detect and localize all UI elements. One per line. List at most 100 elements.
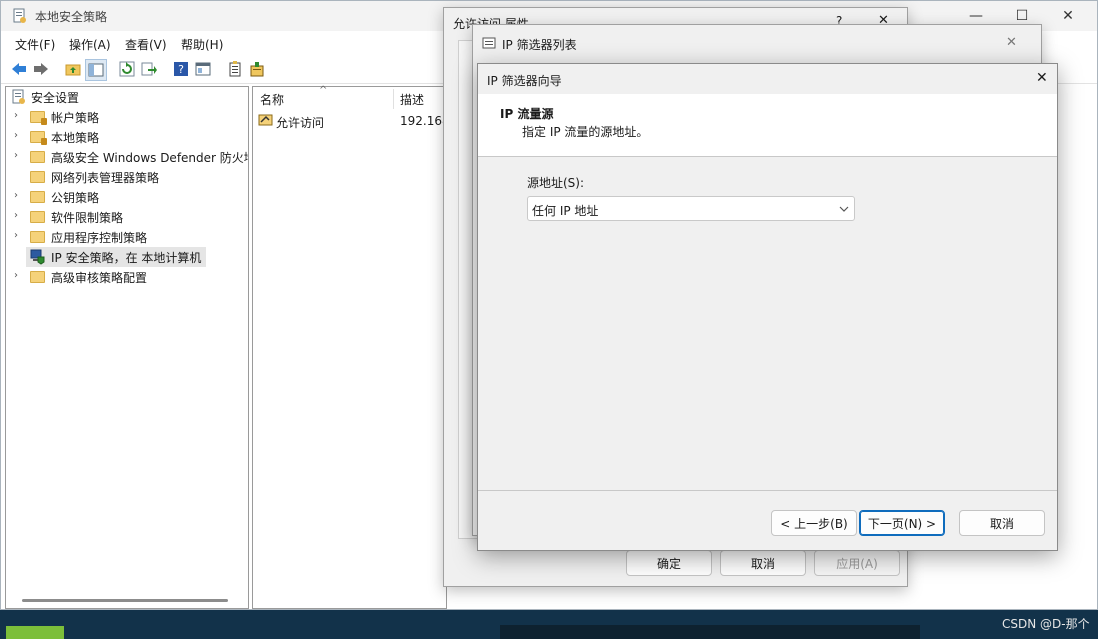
column-header-name[interactable]: 名称 <box>260 91 284 108</box>
back-button[interactable]: < 上一步(B) <box>771 510 857 536</box>
console-tree[interactable]: 安全设置 › 帐户策略 › 本地策略 › 高级安全 Windows Defend… <box>5 86 249 609</box>
security-settings-icon <box>12 89 25 104</box>
column-header-description[interactable]: 描述 <box>400 91 424 108</box>
arrow-left-icon <box>12 63 26 75</box>
folder-icon <box>30 271 45 283</box>
divider <box>478 490 1057 491</box>
wizard-heading: IP 流量源 <box>500 107 554 121</box>
chevron-right-icon[interactable]: › <box>14 150 18 161</box>
tree-item-security-settings[interactable]: 安全设置 <box>6 87 248 107</box>
forward-button[interactable] <box>31 59 51 79</box>
help-icon: ? <box>174 62 188 76</box>
wizard-subheading: 指定 IP 流量的源地址。 <box>522 125 649 139</box>
window-title: 本地安全策略 <box>35 10 108 24</box>
tree-item-app-control[interactable]: › 应用程序控制策略 <box>6 227 248 247</box>
apply-button[interactable]: 应用(A) <box>814 550 900 576</box>
chevron-down-icon <box>839 206 849 212</box>
assign-policy-button[interactable] <box>247 59 267 79</box>
tree-label: 安全设置 <box>31 91 80 105</box>
folder-lock-icon <box>30 131 47 145</box>
list-item[interactable]: 允许访问 192.168 <box>253 111 450 131</box>
chevron-right-icon[interactable]: › <box>14 270 18 281</box>
tree-item-local-policies[interactable]: › 本地策略 <box>6 127 248 147</box>
filter-list-icon <box>482 37 496 49</box>
console-tree-icon <box>88 63 104 77</box>
folder-icon <box>30 231 45 243</box>
wizard-title: IP 筛选器向导 <box>487 74 562 88</box>
help-button[interactable]: ? <box>171 59 191 79</box>
refresh-button[interactable] <box>117 59 137 79</box>
menu-file[interactable]: 文件(F) <box>15 36 55 53</box>
close-button[interactable]: ✕ <box>1045 1 1091 31</box>
tree-label: 高级安全 Windows Defender 防火墙 <box>51 151 248 165</box>
menu-action[interactable]: 操作(A) <box>69 36 111 53</box>
folder-up-icon <box>65 64 81 76</box>
column-divider[interactable] <box>393 89 394 109</box>
desktop-widget-dark <box>500 625 920 639</box>
close-icon[interactable]: ✕ <box>1036 70 1048 86</box>
watermark: CSDN @D-那个 <box>1002 617 1090 631</box>
ip-filter-wizard: IP 筛选器向导 ✕ IP 流量源 指定 IP 流量的源地址。 源地址(S): … <box>477 63 1058 551</box>
filter-action-icon <box>258 114 273 126</box>
list-item-name: 允许访问 <box>276 116 325 130</box>
maximize-icon: ☐ <box>1015 8 1029 24</box>
ip-security-icon <box>30 249 45 265</box>
close-icon: ✕ <box>1062 8 1074 24</box>
result-list[interactable]: 名称 ^ 描述 允许访问 192.168 <box>252 85 450 609</box>
dialog-title: IP 筛选器列表 <box>502 38 577 52</box>
cancel-button[interactable]: 取消 <box>720 550 806 576</box>
wizard-header: IP 流量源 指定 IP 流量的源地址。 <box>478 94 1057 157</box>
properties-view-button[interactable] <box>193 59 213 79</box>
chevron-right-icon[interactable]: › <box>14 230 18 241</box>
tree-item-public-key-policies[interactable]: › 公钥策略 <box>6 187 248 207</box>
export-list-button[interactable] <box>139 59 159 79</box>
chevron-right-icon[interactable]: › <box>14 110 18 121</box>
chevron-right-icon[interactable]: › <box>14 210 18 221</box>
refresh-icon <box>119 61 135 77</box>
tree-item-network-list-manager[interactable]: 网络列表管理器策略 <box>6 167 248 187</box>
security-policy-app-icon <box>13 8 26 23</box>
tree-item-ip-security[interactable]: IP 安全策略，在 本地计算机 <box>6 247 248 267</box>
tree-item-software-restriction[interactable]: › 软件限制策略 <box>6 207 248 227</box>
folder-lock-icon <box>30 111 47 125</box>
tree-item-advanced-audit[interactable]: › 高级审核策略配置 <box>6 267 248 287</box>
policy-assign-icon <box>250 62 264 77</box>
tree-item-defender-firewall[interactable]: › 高级安全 Windows Defender 防火墙 <box>6 147 248 167</box>
tree-label: 应用程序控制策略 <box>51 231 148 245</box>
chevron-right-icon[interactable]: › <box>14 190 18 201</box>
chevron-right-icon[interactable]: › <box>14 130 18 141</box>
tree-label: 网络列表管理器策略 <box>51 171 160 185</box>
manage-filters-button[interactable] <box>225 59 245 79</box>
folder-icon <box>30 151 45 163</box>
ok-button[interactable]: 确定 <box>626 550 712 576</box>
tree-label: 本地策略 <box>51 131 100 145</box>
cancel-button[interactable]: 取消 <box>959 510 1045 536</box>
up-folder-button[interactable] <box>63 59 83 79</box>
menu-help[interactable]: 帮助(H) <box>181 36 223 53</box>
tree-item-account-policies[interactable]: › 帐户策略 <box>6 107 248 127</box>
folder-icon <box>30 171 45 183</box>
back-button[interactable] <box>9 59 29 79</box>
document-edit-icon <box>229 61 241 77</box>
menu-view[interactable]: 查看(V) <box>125 36 167 53</box>
tree-label: 帐户策略 <box>51 111 100 125</box>
next-button[interactable]: 下一页(N) > <box>859 510 945 536</box>
tree-label: 软件限制策略 <box>51 211 124 225</box>
svg-text:?: ? <box>178 63 184 76</box>
arrow-right-icon <box>34 63 48 75</box>
horizontal-scrollbar[interactable] <box>22 599 228 602</box>
desktop-widget <box>6 626 64 639</box>
tree-label: 高级审核策略配置 <box>51 271 148 285</box>
source-address-value: 任何 IP 地址 <box>532 204 599 218</box>
source-address-label: 源地址(S): <box>527 176 585 190</box>
sort-ascending-icon: ^ <box>319 85 328 96</box>
show-hide-tree-button[interactable] <box>85 59 107 81</box>
source-address-select[interactable]: 任何 IP 地址 <box>527 196 855 221</box>
tree-label: IP 安全策略，在 本地计算机 <box>51 251 202 265</box>
folder-icon <box>30 191 45 203</box>
folder-icon <box>30 211 45 223</box>
export-icon <box>141 62 157 76</box>
minimize-icon: — <box>969 8 983 24</box>
close-icon[interactable]: ✕ <box>1006 35 1017 50</box>
panel-icon <box>195 62 211 76</box>
